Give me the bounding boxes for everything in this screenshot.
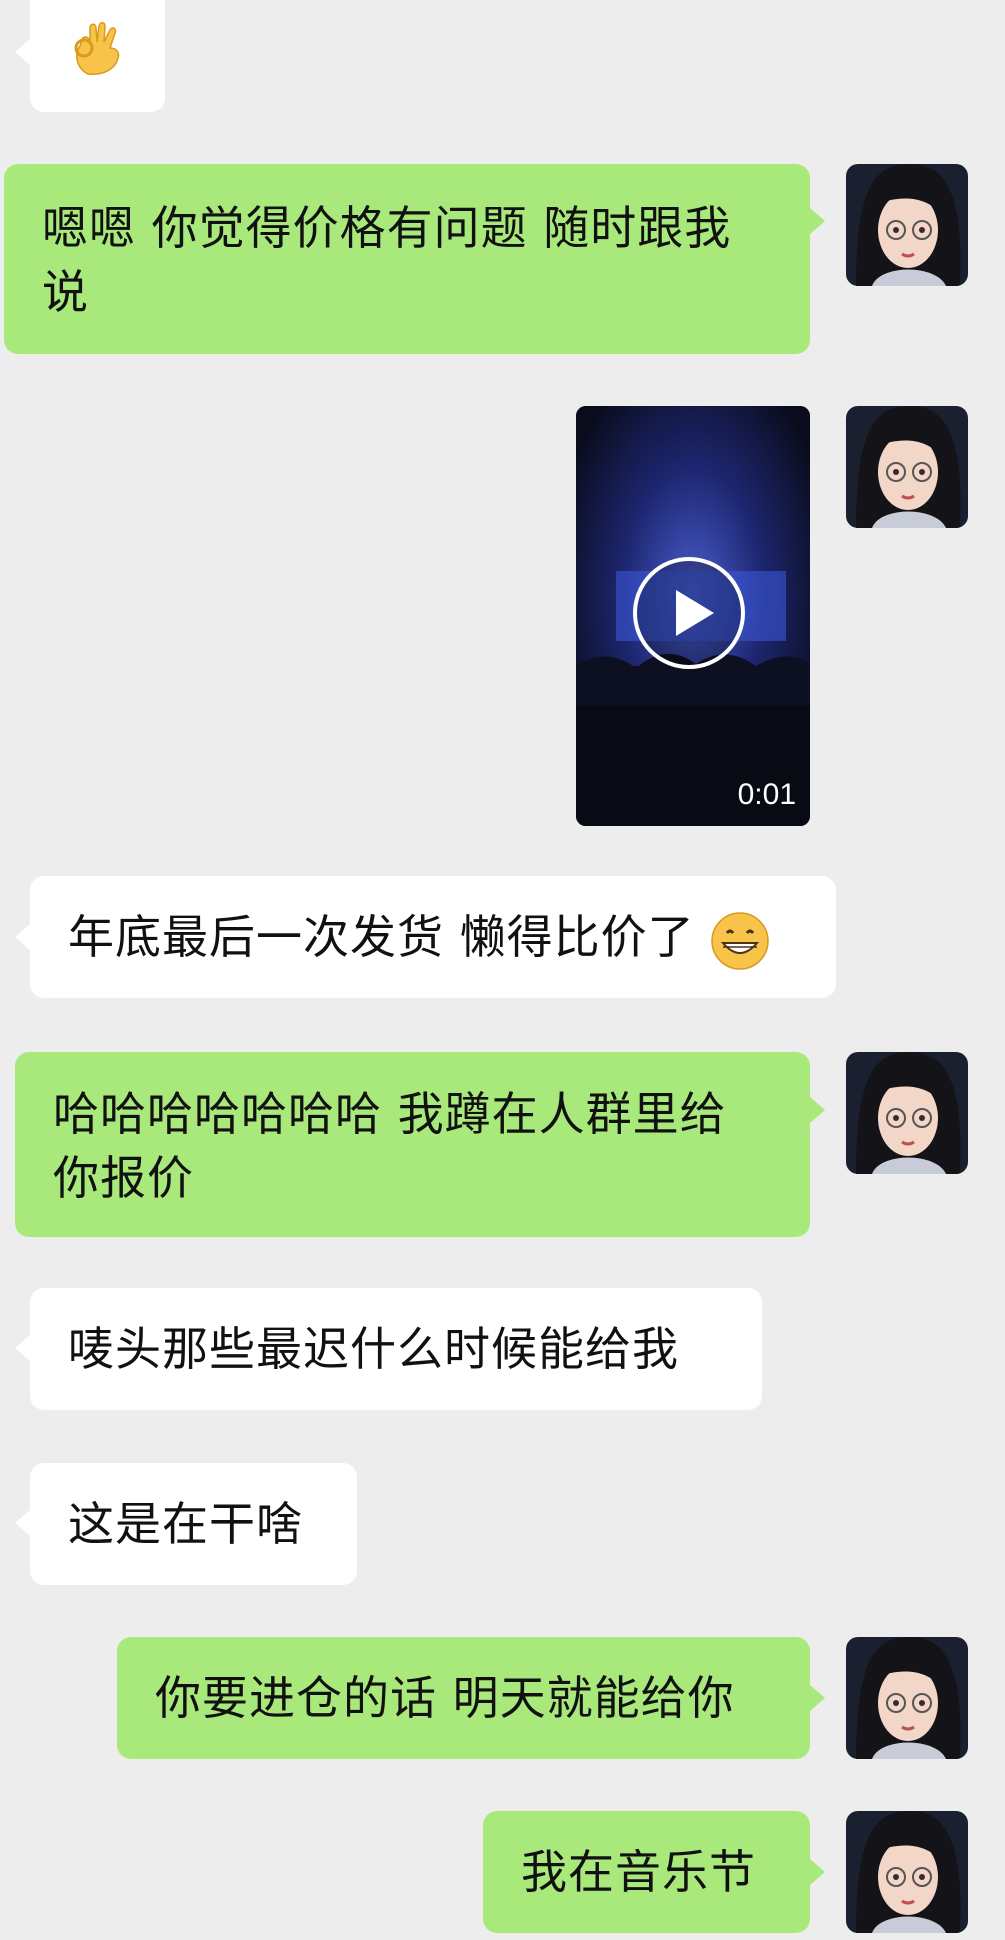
message-bubble-outgoing[interactable]: 哈哈哈哈哈哈哈 我蹲在人群里给 你报价 bbox=[15, 1052, 810, 1237]
avatar-portrait-icon bbox=[846, 164, 968, 286]
message-bubble-incoming[interactable] bbox=[30, 0, 165, 112]
avatar-portrait-icon bbox=[846, 1637, 968, 1759]
message-text: 你要进仓的话 明天就能给你 bbox=[155, 1671, 735, 1725]
bubble-tail bbox=[15, 39, 30, 65]
avatar[interactable] bbox=[846, 164, 968, 286]
avatar[interactable] bbox=[846, 406, 968, 528]
bubble-tail bbox=[810, 1685, 825, 1711]
message-text: 年底最后一次发货 懒得比价了 bbox=[68, 910, 695, 964]
message-bubble-incoming[interactable]: 年底最后一次发货 懒得比价了 bbox=[30, 876, 836, 998]
avatar[interactable] bbox=[846, 1811, 968, 1933]
video-message[interactable]: 0:01 bbox=[576, 406, 810, 826]
message-bubble-outgoing[interactable]: 嗯嗯 你觉得价格有问题 随时跟我 说 bbox=[4, 164, 810, 354]
message-text-line: 说 bbox=[42, 265, 89, 319]
avatar[interactable] bbox=[846, 1637, 968, 1759]
message-text-line: 哈哈哈哈哈哈哈 我蹲在人群里给 bbox=[53, 1087, 727, 1141]
message-text: 这是在干啥 bbox=[68, 1497, 303, 1551]
bubble-tail bbox=[810, 1097, 825, 1123]
message-text-line: 你报价 bbox=[53, 1151, 194, 1205]
message-text: 我在音乐节 bbox=[521, 1845, 756, 1899]
video-duration: 0:01 bbox=[737, 778, 796, 811]
avatar-portrait-icon bbox=[846, 406, 968, 528]
bubble-tail bbox=[15, 924, 30, 950]
message-bubble-incoming[interactable]: 唛头那些最迟什么时候能给我 bbox=[30, 1288, 762, 1410]
bubble-tail bbox=[15, 1335, 30, 1361]
play-icon[interactable] bbox=[632, 556, 746, 670]
avatar[interactable] bbox=[846, 1052, 968, 1174]
message-bubble-incoming[interactable]: 这是在干啥 bbox=[30, 1463, 357, 1585]
bubble-tail bbox=[810, 1859, 825, 1885]
message-bubble-outgoing[interactable]: 你要进仓的话 明天就能给你 bbox=[117, 1637, 810, 1759]
message-bubble-outgoing[interactable]: 我在音乐节 bbox=[483, 1811, 810, 1933]
message-text: 唛头那些最迟什么时候能给我 bbox=[68, 1322, 679, 1376]
avatar-portrait-icon bbox=[846, 1811, 968, 1933]
bubble-tail bbox=[810, 208, 825, 234]
bubble-tail bbox=[15, 1510, 30, 1536]
message-text-line: 嗯嗯 你觉得价格有问题 随时跟我 bbox=[42, 201, 732, 255]
ok-hand-emoji-icon bbox=[74, 22, 120, 76]
grinning-face-emoji-icon bbox=[711, 911, 769, 970]
avatar-portrait-icon bbox=[846, 1052, 968, 1174]
